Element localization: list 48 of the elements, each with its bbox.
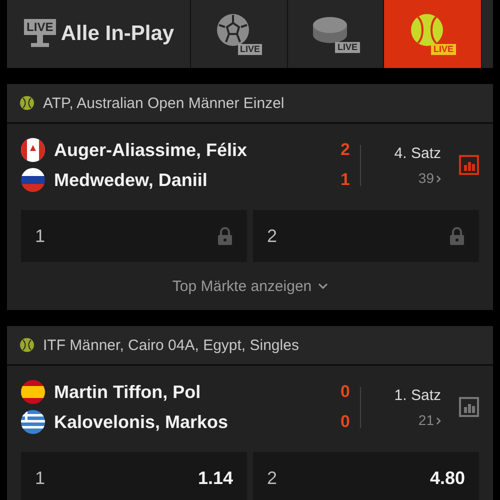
live-badge: LIVE: [238, 44, 262, 55]
player-name: Auger-Aliassime, Félix: [54, 140, 248, 160]
tennis-ball-icon: [410, 13, 444, 47]
odds-value: 1.14: [198, 468, 233, 488]
stats-icon[interactable]: [459, 155, 479, 175]
outcome-label: 2: [267, 468, 278, 488]
soccer-ball-icon: [216, 13, 250, 47]
set-label: 1. Satz: [394, 386, 441, 404]
chevron-down-icon: [318, 283, 328, 289]
odds-button[interactable]: 2: [253, 210, 479, 262]
live-badge: LIVE: [24, 19, 56, 35]
flag-icon: [21, 380, 45, 404]
player-name: Medwedew, Daniil: [54, 170, 208, 190]
score: 2: [340, 140, 350, 160]
lock-icon: [449, 227, 465, 245]
flag-icon: [21, 410, 45, 434]
competition-title: ITF Männer, Cairo 04A, Egypt, Singles: [43, 336, 299, 354]
hockey-puck-icon: [312, 15, 348, 45]
set-label: 4. Satz: [394, 144, 441, 162]
player-name: Kalovelonis, Markos: [54, 412, 230, 432]
flag-icon: [21, 168, 45, 192]
outcome-label: 1: [35, 226, 46, 246]
odds-button[interactable]: 1: [21, 210, 247, 262]
live-badge: LIVE: [431, 44, 456, 55]
chevron-right-icon: [436, 416, 441, 424]
live-badge: LIVE: [335, 42, 360, 53]
markets-link[interactable]: 21: [418, 412, 441, 428]
top-markets-link[interactable]: Top Märkte anzeigen: [172, 278, 328, 294]
competition-header[interactable]: ITF Männer, Cairo 04A, Egypt, Singles: [7, 326, 493, 366]
tennis-ball-icon: [20, 338, 34, 352]
lock-icon: [217, 227, 233, 245]
outcome-label: 2: [267, 226, 278, 246]
competition-header[interactable]: ATP, Australian Open Männer Einzel: [7, 84, 493, 124]
outcome-label: 1: [35, 468, 46, 488]
odds-button[interactable]: 2 4.80: [253, 452, 479, 500]
tab-label: Alle In-Play: [60, 22, 174, 46]
player-name: Martin Tiffon, Pol: [54, 382, 202, 402]
score: 1: [340, 170, 350, 190]
tennis-ball-icon: [20, 96, 34, 110]
flag-icon: [21, 138, 45, 162]
competition-title: ATP, Australian Open Männer Einzel: [43, 94, 284, 112]
markets-link[interactable]: 39: [418, 170, 441, 186]
odds-value: 4.80: [430, 468, 465, 488]
score: 0: [340, 412, 350, 432]
chevron-right-icon: [436, 174, 441, 182]
score: 0: [340, 382, 350, 402]
stats-icon[interactable]: [459, 397, 479, 417]
odds-button[interactable]: 1 1.14: [21, 452, 247, 500]
